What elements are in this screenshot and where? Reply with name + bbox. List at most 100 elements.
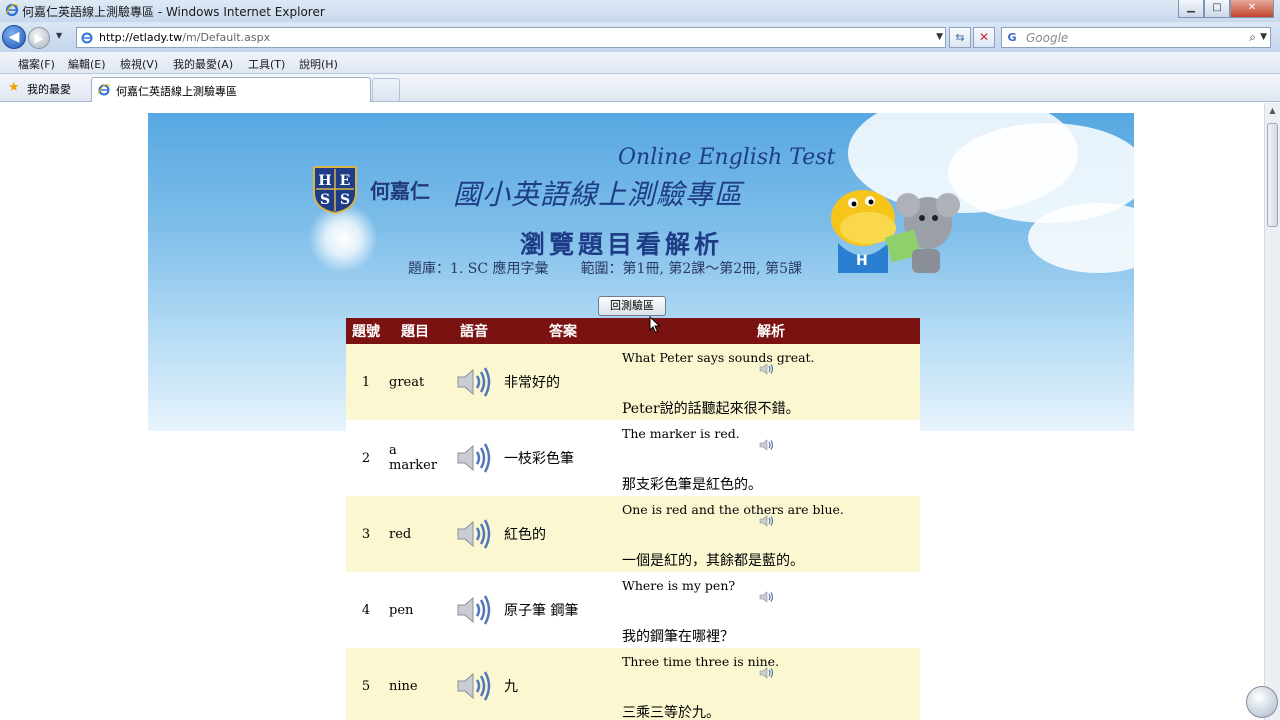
speaker-icon[interactable]: [456, 593, 492, 627]
search-options-dropdown-icon[interactable]: ▼: [1260, 32, 1267, 42]
explanation-chinese: 那支彩色筆是紅色的。: [622, 477, 762, 493]
explanation-chinese: 三乘三等於九。: [622, 705, 720, 720]
window-titlebar: 何嘉仁英語線上測驗專區 - Windows Internet Explorer …: [0, 0, 1280, 22]
explanation-english: Three time three is nine.: [622, 654, 780, 669]
explanation-english: What Peter says sounds great.: [622, 350, 815, 365]
scrollbar-thumb[interactable]: [1267, 123, 1278, 227]
question-word: great: [386, 344, 444, 420]
table-row: 5 nine 九 Three time three is nine. 三乘三等於…: [346, 648, 920, 720]
answer-text: 九: [504, 648, 622, 720]
answer-text: 原子筆 鋼筆: [504, 572, 622, 648]
back-button[interactable]: ◀: [2, 25, 26, 49]
explanation-english: One is red and the others are blue.: [622, 502, 844, 517]
window-title: 何嘉仁英語線上測驗專區 - Windows Internet Explorer: [22, 5, 325, 19]
page-icon: [81, 32, 93, 44]
svg-text:H: H: [856, 253, 868, 269]
back-to-quiz-button[interactable]: 回測驗區: [598, 296, 666, 316]
table-row: 3 red 紅色的 One is red and the others are …: [346, 496, 920, 572]
speaker-icon[interactable]: [759, 590, 775, 604]
refresh-button[interactable]: ⇆: [949, 27, 971, 48]
speaker-icon[interactable]: [759, 514, 775, 528]
menu-tools[interactable]: 工具(T): [248, 56, 285, 72]
question-number: 1: [346, 344, 386, 420]
mascot-illustration: H: [831, 190, 960, 273]
svg-text:E: E: [340, 173, 351, 189]
maximize-button[interactable]: □: [1204, 0, 1230, 18]
svg-text:S: S: [320, 192, 330, 208]
hess-logo-icon: H E S S: [313, 166, 357, 215]
speaker-icon[interactable]: [456, 669, 492, 703]
new-tab-button[interactable]: [372, 78, 400, 101]
brand-name: 何嘉仁: [370, 179, 430, 203]
speaker-icon[interactable]: [456, 365, 492, 399]
table-row: 1 great 非常好的 What Peter says sounds grea…: [346, 344, 920, 420]
answer-text: 紅色的: [504, 496, 622, 572]
page-title: 瀏覽題目看解析: [520, 230, 724, 259]
explanation-english: The marker is red.: [622, 426, 740, 441]
svg-text:S: S: [340, 192, 350, 208]
answer-text: 一枝彩色筆: [504, 420, 622, 496]
favorites-star-icon[interactable]: ★: [8, 80, 20, 95]
header-question: 題目: [386, 318, 444, 344]
question-word: red: [386, 496, 444, 572]
page-viewport: H E S S 何嘉仁 Online English Test 國小英語線上測驗…: [0, 103, 1264, 720]
favorites-button[interactable]: 我的最愛: [27, 81, 71, 97]
favorites-bar: ★ 我的最愛 何嘉仁英語線上測驗專區: [0, 74, 1280, 102]
stop-button[interactable]: ✕: [973, 27, 995, 48]
question-number: 4: [346, 572, 386, 648]
explanation-chinese: 一個是紅的，其餘都是藍的。: [622, 553, 804, 569]
header-audio: 語音: [444, 318, 504, 344]
range-label: 範圍：第1冊, 第2課～第2冊, 第5課: [580, 261, 802, 277]
menu-help[interactable]: 說明(H): [299, 56, 338, 72]
question-number: 5: [346, 648, 386, 720]
menu-bar: 檔案(F) 編輯(E) 檢視(V) 我的最愛(A) 工具(T) 說明(H): [0, 52, 1280, 74]
question-word: pen: [386, 572, 444, 648]
menu-view[interactable]: 檢視(V): [120, 56, 158, 72]
table-row: 4 pen 原子筆 鋼筆 Where is my pen? 我的鋼筆在哪裡？: [346, 572, 920, 648]
explanation-chinese: 我的鋼筆在哪裡？: [622, 629, 734, 645]
header-explanation: 解析: [622, 318, 920, 344]
windows-logo-icon: [1246, 686, 1278, 718]
menu-file[interactable]: 檔案(F): [18, 56, 55, 72]
tagline: Online English Test: [618, 145, 836, 170]
svg-text:H: H: [318, 173, 331, 189]
menu-edit[interactable]: 編輯(E): [68, 56, 106, 72]
search-icon[interactable]: ⌕: [1249, 30, 1256, 45]
google-icon: G: [1007, 31, 1017, 44]
search-box[interactable]: G Google ⌕ ▼: [1001, 27, 1271, 48]
question-word: a marker: [386, 420, 444, 496]
question-word: nine: [386, 648, 444, 720]
recent-pages-dropdown-icon[interactable]: ▼: [56, 31, 62, 40]
tab-current[interactable]: 何嘉仁英語線上測驗專區: [91, 77, 371, 102]
close-window-button[interactable]: ✕: [1230, 0, 1274, 18]
explanation-chinese: Peter說的話聽起來很不錯。: [622, 401, 800, 417]
ie-logo-icon: [5, 3, 19, 17]
speaker-icon[interactable]: [759, 438, 775, 452]
speaker-icon[interactable]: [456, 517, 492, 551]
speaker-icon[interactable]: [456, 441, 492, 475]
menu-favorites[interactable]: 我的最愛(A): [173, 56, 233, 72]
speaker-icon[interactable]: [759, 666, 775, 680]
question-number: 3: [346, 496, 386, 572]
question-number: 2: [346, 420, 386, 496]
navigation-bar: ◀ ▶ ▼ http://etlady.tw/m/Default.aspx ▼ …: [0, 22, 1280, 52]
table-row: 2 a marker 一枝彩色筆 The marker is red. 那支彩色…: [346, 420, 920, 496]
site-title: 國小英語線上測驗專區: [453, 178, 744, 211]
speaker-icon[interactable]: [759, 362, 775, 376]
header-number: 題號: [346, 318, 386, 344]
scroll-up-arrow-icon[interactable]: ▲: [1265, 103, 1280, 119]
address-url: http://etlady.tw/m/Default.aspx: [99, 31, 271, 44]
header-answer: 答案: [504, 318, 622, 344]
answer-text: 非常好的: [504, 344, 622, 420]
question-table: 題號 題目 語音 答案 解析 1 great 非常好的 What Peter s…: [346, 318, 920, 720]
forward-button[interactable]: ▶: [28, 27, 50, 49]
search-input[interactable]: Google: [1026, 31, 1068, 45]
vertical-scrollbar[interactable]: ▲: [1264, 103, 1280, 720]
address-dropdown-icon[interactable]: ▼: [936, 32, 943, 42]
address-bar[interactable]: http://etlady.tw/m/Default.aspx ▼: [76, 27, 946, 48]
quiz-bank-info: 題庫：1. SC 應用字彙 範圍：第1冊, 第2課～第2冊, 第5課: [408, 258, 802, 278]
minimize-button[interactable]: ▁: [1178, 0, 1204, 18]
mouse-cursor-icon: [649, 316, 661, 334]
page-icon: [97, 84, 111, 96]
tab-title: 何嘉仁英語線上測驗專區: [116, 85, 237, 98]
